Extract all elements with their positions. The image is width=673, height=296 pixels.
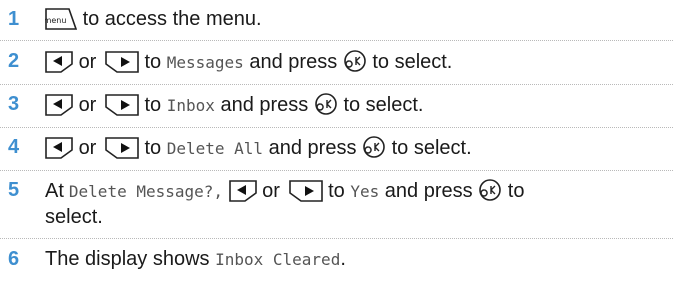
press-text: and press: [249, 51, 338, 73]
menu-option-delete-all: Delete All: [166, 139, 264, 158]
select-text: select.: [45, 206, 103, 228]
menu-option-inbox: Inbox: [166, 96, 215, 115]
to-text: to: [507, 180, 525, 202]
step-text: or to Messages and press to select.: [45, 49, 665, 75]
right-arrow-key-icon: [288, 180, 323, 202]
menu-option-messages: Messages: [166, 53, 244, 72]
menu-key-label: menu: [45, 16, 66, 25]
step-text: At Delete Message?, or to Yes and press t…: [45, 178, 665, 204]
step-number: 6: [8, 248, 20, 270]
period: .: [340, 248, 346, 270]
to-text: to: [144, 137, 162, 159]
display-shows-text: The display shows: [45, 248, 210, 270]
step-1-text: to access the menu.: [82, 8, 262, 30]
or-text: or: [78, 51, 97, 73]
step-text: The display shows Inbox Cleared.: [45, 247, 665, 272]
ok-key-icon: [314, 92, 338, 116]
to-text: to: [144, 94, 162, 116]
left-arrow-key-icon: [45, 51, 73, 73]
left-arrow-key-icon: [228, 180, 257, 202]
separator: [0, 170, 673, 171]
or-text: or: [262, 180, 280, 202]
press-text: and press: [384, 180, 473, 202]
select-text: to select.: [391, 137, 472, 159]
menu-option-yes: Yes: [350, 182, 380, 201]
to-text: to: [144, 51, 162, 73]
left-arrow-key-icon: [45, 137, 73, 159]
or-text: or: [78, 94, 97, 116]
step-number: 3: [8, 93, 20, 115]
step-number: 1: [8, 8, 20, 30]
press-text: and press: [268, 137, 357, 159]
step-text: menu to access the menu.: [45, 7, 665, 32]
right-arrow-key-icon: [105, 94, 139, 116]
step-text-continued: select.: [45, 205, 665, 230]
press-text: and press: [220, 94, 309, 116]
select-text: to select.: [343, 94, 424, 116]
ok-key-icon: [343, 49, 367, 73]
menu-key-icon: menu: [45, 8, 77, 30]
ok-key-icon: [478, 178, 502, 202]
step-text: or to Inbox and press to select.: [45, 92, 665, 118]
separator: [0, 238, 673, 239]
instruction-steps: 1 menu to access the menu. 2 or to Messa…: [0, 0, 673, 296]
to-text: to: [328, 180, 345, 202]
step-text: or to Delete All and press to select.: [45, 135, 665, 161]
separator: [0, 40, 673, 41]
select-text: to select.: [372, 51, 453, 73]
step-number: 4: [8, 136, 20, 158]
separator: [0, 127, 673, 128]
left-arrow-key-icon: [45, 94, 73, 116]
prompt-delete-message: Delete Message?,: [68, 182, 224, 201]
display-message-inbox-cleared: Inbox Cleared: [215, 250, 341, 269]
step-number: 2: [8, 50, 20, 72]
at-text: At: [45, 180, 64, 202]
right-arrow-key-icon: [105, 137, 139, 159]
right-arrow-key-icon: [105, 51, 139, 73]
ok-key-icon: [362, 135, 386, 159]
step-number: 5: [8, 179, 20, 201]
separator: [0, 84, 673, 85]
or-text: or: [78, 137, 97, 159]
